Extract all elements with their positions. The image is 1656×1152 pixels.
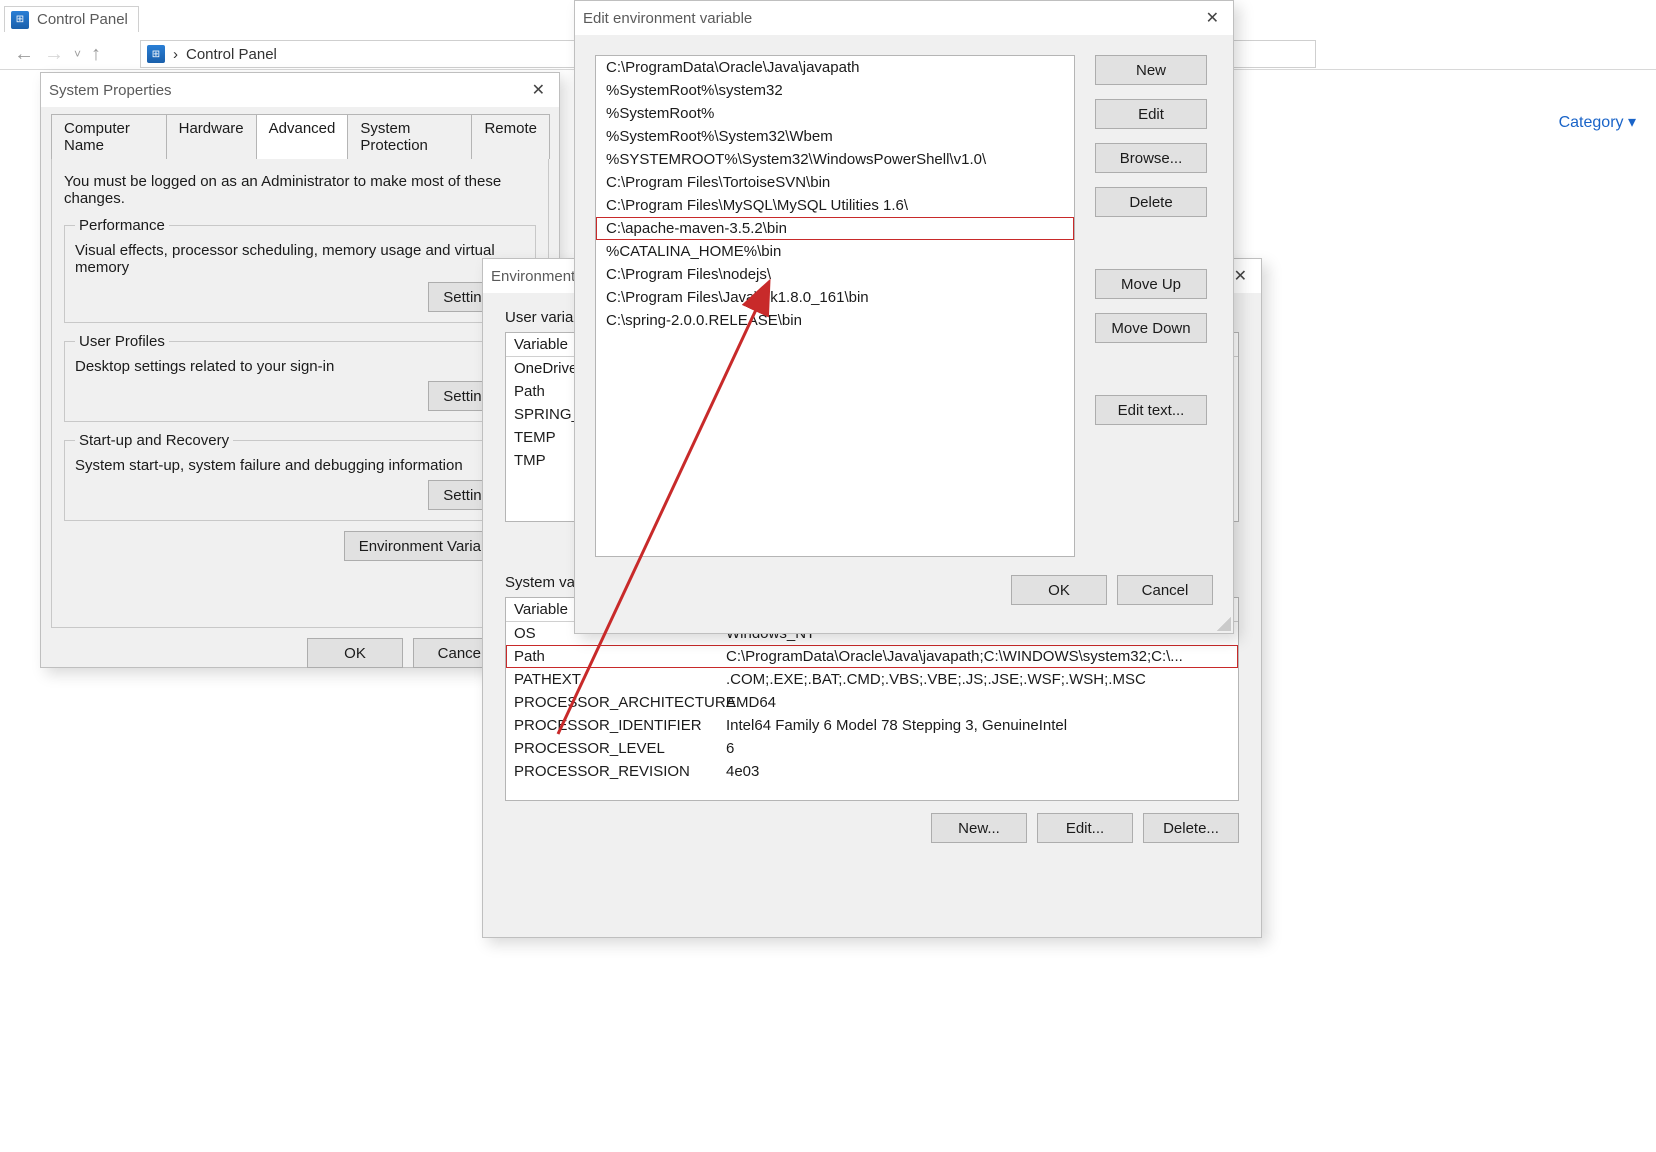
up-icon[interactable]: ↑ — [91, 43, 101, 66]
tab-remote[interactable]: Remote — [471, 114, 550, 159]
tab-computer-name[interactable]: Computer Name — [51, 114, 167, 159]
breadcrumb-sep: › — [173, 46, 178, 63]
history-dropdown-icon[interactable]: ˅ — [74, 47, 81, 61]
path-entry[interactable]: %SYSTEMROOT%\System32\WindowsPowerShell\… — [596, 148, 1074, 171]
path-list[interactable]: C:\ProgramData\Oracle\Java\javapath%Syst… — [595, 55, 1075, 557]
control-panel-icon: ⊞ — [11, 11, 29, 29]
path-entry[interactable]: C:\Program Files\Java\jdk1.8.0_161\bin — [596, 286, 1074, 309]
tab-advanced[interactable]: Advanced — [256, 114, 349, 159]
dialog-title: System Properties — [49, 82, 526, 99]
table-row[interactable]: PROCESSOR_LEVEL6 — [506, 737, 1238, 760]
group-performance-legend: Performance — [75, 217, 169, 234]
view-by-category[interactable]: Category ▾ — [1559, 112, 1636, 132]
ok-button[interactable]: OK — [1011, 575, 1107, 605]
tab-system-protection[interactable]: System Protection — [347, 114, 472, 159]
move-up-button[interactable]: Move Up — [1095, 269, 1207, 299]
path-entry[interactable]: %CATALINA_HOME%\bin — [596, 240, 1074, 263]
move-down-button[interactable]: Move Down — [1095, 313, 1207, 343]
table-row[interactable]: PATHEXT.COM;.EXE;.BAT;.CMD;.VBS;.VBE;.JS… — [506, 668, 1238, 691]
table-row[interactable]: PROCESSOR_ARCHITECTUREAMD64 — [506, 691, 1238, 714]
resize-grip-icon[interactable] — [1217, 617, 1231, 631]
window-tab-label: Control Panel — [37, 11, 128, 28]
table-row[interactable]: PROCESSOR_IDENTIFIERIntel64 Family 6 Mod… — [506, 714, 1238, 737]
group-startup-legend: Start-up and Recovery — [75, 432, 233, 449]
forward-icon[interactable]: → — [44, 43, 64, 66]
group-user-profiles-legend: User Profiles — [75, 333, 169, 350]
path-entry[interactable]: C:\Program Files\nodejs\ — [596, 263, 1074, 286]
path-entry[interactable]: C:\apache-maven-3.5.2\bin — [596, 217, 1074, 240]
tab-hardware[interactable]: Hardware — [166, 114, 257, 159]
sys-new-button[interactable]: New... — [931, 813, 1027, 843]
dialog-edit-environment-variable: Edit environment variable ✕ C:\ProgramDa… — [574, 0, 1234, 634]
close-icon[interactable]: ✕ — [526, 80, 551, 100]
group-user-profiles: User Profiles Desktop settings related t… — [64, 333, 536, 422]
view-by-label: Category — [1559, 114, 1624, 131]
table-row[interactable]: PathC:\ProgramData\Oracle\Java\javapath;… — [506, 645, 1238, 668]
new-button[interactable]: New — [1095, 55, 1207, 85]
control-panel-icon: ⊞ — [147, 45, 165, 63]
path-entry[interactable]: %SystemRoot% — [596, 102, 1074, 125]
user-profiles-desc: Desktop settings related to your sign-in — [75, 358, 525, 375]
edit-button[interactable]: Edit — [1095, 99, 1207, 129]
admin-notice: You must be logged on as an Administrato… — [64, 173, 536, 207]
close-icon[interactable]: ✕ — [1200, 8, 1225, 28]
breadcrumb-control-panel[interactable]: Control Panel — [186, 46, 277, 63]
path-entry[interactable]: C:\ProgramData\Oracle\Java\javapath — [596, 56, 1074, 79]
delete-button[interactable]: Delete — [1095, 187, 1207, 217]
ok-button[interactable]: OK — [307, 638, 403, 668]
sys-delete-button[interactable]: Delete... — [1143, 813, 1239, 843]
browse-button[interactable]: Browse... — [1095, 143, 1207, 173]
path-entry[interactable]: %SystemRoot%\system32 — [596, 79, 1074, 102]
path-entry[interactable]: C:\Program Files\TortoiseSVN\bin — [596, 171, 1074, 194]
window-tab-control-panel: ⊞ Control Panel — [4, 6, 139, 32]
startup-desc: System start-up, system failure and debu… — [75, 457, 525, 474]
cancel-button[interactable]: Cancel — [1117, 575, 1213, 605]
path-entry[interactable]: C:\spring-2.0.0.RELEASE\bin — [596, 309, 1074, 332]
back-icon[interactable]: ← — [14, 43, 34, 66]
performance-desc: Visual effects, processor scheduling, me… — [75, 242, 525, 276]
path-entry[interactable]: C:\Program Files\MySQL\MySQL Utilities 1… — [596, 194, 1074, 217]
chevron-down-icon: ▾ — [1628, 114, 1636, 131]
table-row[interactable]: PROCESSOR_REVISION4e03 — [506, 760, 1238, 783]
group-startup-recovery: Start-up and Recovery System start-up, s… — [64, 432, 536, 521]
dialog-title: Edit environment variable — [583, 10, 1200, 27]
edit-text-button[interactable]: Edit text... — [1095, 395, 1207, 425]
sys-edit-button[interactable]: Edit... — [1037, 813, 1133, 843]
group-performance: Performance Visual effects, processor sc… — [64, 217, 536, 323]
path-entry[interactable]: %SystemRoot%\System32\Wbem — [596, 125, 1074, 148]
